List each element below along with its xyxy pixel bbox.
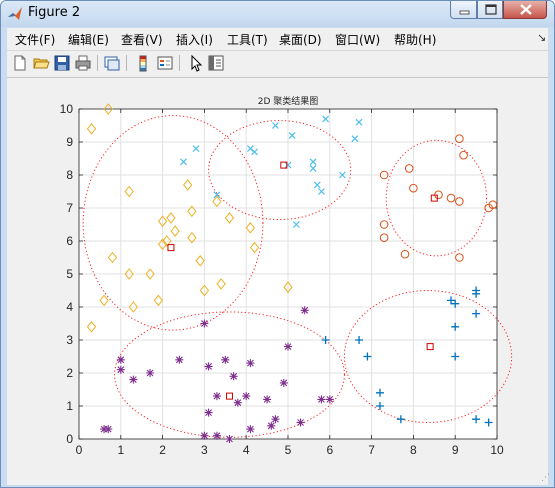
star-marker [200,319,209,328]
status-bar: ⋰ [7,467,550,485]
y-tick-label: 7 [66,201,73,215]
star-marker [284,342,292,351]
title-bar[interactable]: Figure 2 [1,1,554,27]
menu-help[interactable]: 帮助(H) [394,31,436,48]
star-marker [267,421,276,430]
star-marker [212,431,221,440]
star-marker [212,392,221,401]
y-tick-label: 5 [66,267,73,281]
maximize-button[interactable] [477,1,503,19]
x-tick-label: 5 [285,443,292,457]
y-tick-label: 0 [66,432,73,446]
y-tick-label: 3 [66,333,73,347]
print-icon[interactable] [74,54,92,72]
star-marker [204,408,213,417]
star-marker [263,395,272,404]
x-tick-label: 0 [76,443,83,457]
toolbar-separator [97,55,98,71]
figure-window: Figure 2 文件(F) 编辑(E) 查看(V) 插入(I) 工具(T) 桌… [0,0,555,488]
star-marker [246,359,255,368]
star-marker [221,355,230,364]
y-tick-label: 9 [66,135,73,149]
x-tick-label: 1 [117,443,124,457]
save-icon[interactable] [53,54,71,72]
star-marker [225,435,234,443]
x-tick-label: 2 [159,443,166,457]
close-button[interactable] [503,1,547,19]
star-marker [229,372,238,381]
star-marker [296,418,305,427]
star-marker [146,369,155,377]
figure-toolbar [7,51,548,78]
menu-window[interactable]: 窗口(W) [335,31,380,48]
menu-edit[interactable]: 编辑(E) [68,31,109,48]
toolbar-separator [126,55,127,71]
link-icon[interactable] [103,54,121,72]
open-icon[interactable] [32,54,50,72]
x-tick-label: 3 [201,443,208,457]
star-marker [104,425,113,434]
scatter-plot: 0 1 2 3 4 5 6 7 8 9 10 0 1 2 3 4 5 6 7 8 9 10 2D 聚类结果图 [60,95,513,457]
star-marker [129,375,138,384]
x-tick-label: 9 [452,443,459,457]
star-marker [271,415,280,424]
x-tick-label: 8 [410,443,417,457]
star-marker [233,398,242,407]
window-title: Figure 2 [28,5,81,20]
star-marker [242,392,251,401]
star-marker [325,395,334,404]
star-marker [279,378,288,387]
star-marker [116,355,125,364]
toolbar-separator [179,55,180,71]
legend-icon[interactable] [156,54,174,72]
x-tick-label: 4 [243,443,250,457]
chart-title: 2D 聚类结果图 [258,95,319,107]
star-marker [175,355,184,364]
menu-desktop[interactable]: 桌面(D) [279,31,322,48]
y-tick-label: 8 [66,168,73,182]
menu-view[interactable]: 查看(V) [121,31,163,48]
figure-canvas: 0 1 2 3 4 5 6 7 8 9 10 0 1 2 3 4 5 6 7 8 9 10 2D 聚类结果图 [7,78,548,467]
star-marker [204,362,213,371]
star-marker [300,306,309,315]
matlab-icon [8,7,22,20]
y-tick-label: 10 [60,102,74,116]
menu-tools[interactable]: 工具(T) [227,31,268,48]
star-marker [317,395,326,404]
menu-bar: 文件(F) 编辑(E) 查看(V) 插入(I) 工具(T) 桌面(D) 窗口(W… [7,28,548,51]
star-marker [116,365,125,374]
colorbar-icon[interactable] [134,54,152,72]
menu-insert[interactable]: 插入(I) [176,31,213,48]
y-tick-label: 1 [66,399,73,413]
x-tick-label: 6 [326,443,333,457]
new-figure-icon[interactable] [11,54,29,72]
menu-file[interactable]: 文件(F) [15,31,55,48]
x-tick-label: 10 [490,443,504,457]
minimize-button[interactable] [450,1,477,19]
y-tick-label: 2 [66,366,73,380]
star-marker [200,431,209,440]
property-editor-icon[interactable] [207,54,225,72]
resize-grip-icon[interactable]: ⋰ [541,473,550,483]
star-marker [246,425,255,434]
y-tick-label: 6 [66,234,73,248]
x-tick-label: 7 [368,443,375,457]
y-tick-label: 4 [66,300,73,314]
pointer-icon[interactable] [187,54,205,72]
menu-dock-arrow-icon[interactable]: ↘ [537,31,546,44]
